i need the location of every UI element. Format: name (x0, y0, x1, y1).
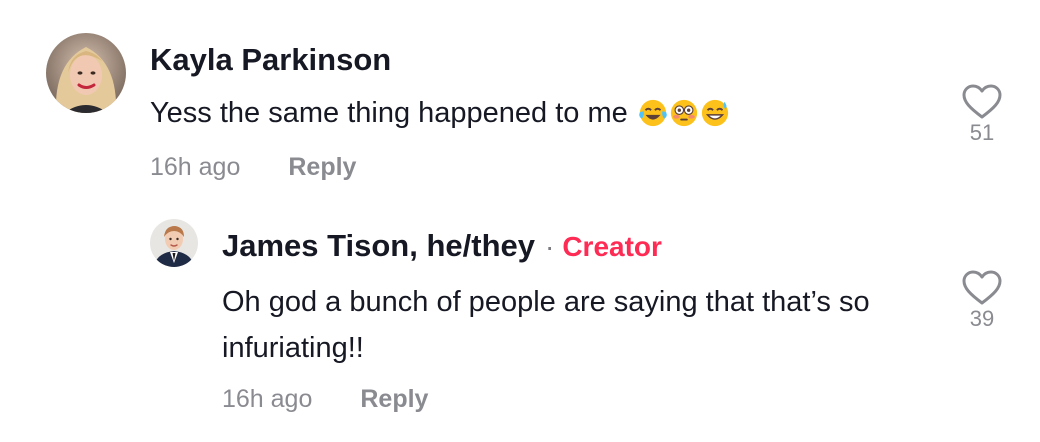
heart-icon[interactable] (962, 270, 1002, 306)
tears-of-joy-emoji (639, 99, 667, 127)
like-group: 51 (952, 84, 1012, 146)
timestamp: 16h ago (222, 385, 313, 413)
like-count: 51 (969, 120, 995, 145)
comment-meta: 16h ago Reply (150, 151, 356, 183)
comment-meta: 16h ago Reply (222, 383, 428, 415)
reply-button[interactable]: Reply (360, 383, 428, 415)
comment-username[interactable]: James Tison, he/they (222, 226, 535, 266)
timestamp: 16h ago (150, 153, 241, 181)
avatar-kayla[interactable] (46, 33, 126, 113)
reply-button[interactable]: Reply (288, 151, 356, 183)
comment-username-row: James Tison, he/they · Creator (222, 226, 662, 267)
emoji-group (638, 98, 730, 128)
comment-username[interactable]: Kayla Parkinson (150, 40, 391, 80)
like-count: 39 (969, 306, 995, 331)
heart-icon[interactable] (962, 84, 1002, 120)
avatar-james[interactable] (150, 219, 198, 267)
comment-text: Oh god a bunch of people are saying that… (222, 286, 870, 364)
flushed-face-emoji (670, 99, 697, 127)
grinning-sweat-emoji (701, 99, 728, 127)
comment-body: Yess the same thing happened to me (150, 97, 628, 129)
separator-dot: · (545, 231, 555, 262)
comment-text: Yess the same thing happened to me (150, 90, 910, 136)
like-group: 39 (952, 270, 1012, 332)
creator-badge: Creator (562, 231, 662, 262)
